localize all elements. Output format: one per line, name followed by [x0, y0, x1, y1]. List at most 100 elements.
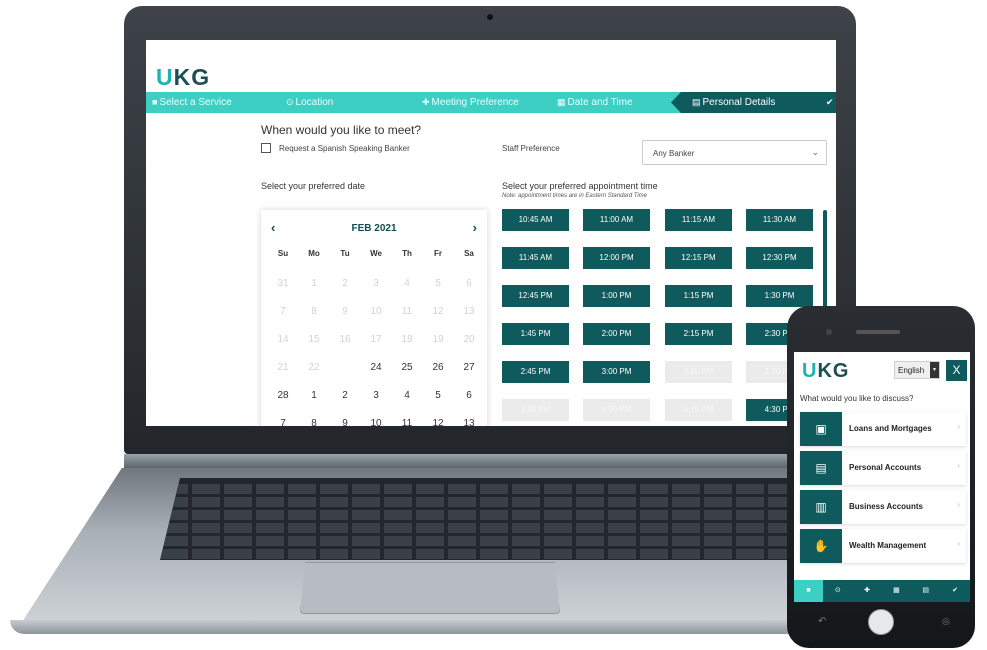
calendar-icon: ▦ — [557, 97, 566, 107]
calendar-day-number: 1 — [311, 390, 317, 401]
calendar-day-number: 13 — [463, 418, 475, 426]
time-slot[interactable]: 1:30 PM — [746, 285, 813, 307]
calendar-day[interactable]: 5 — [422, 382, 454, 410]
calendar-day-number: 9 — [342, 306, 348, 317]
calendar-day[interactable]: 10 — [360, 410, 392, 426]
time-slot[interactable]: 12:45 PM — [502, 285, 569, 307]
calendar-day-number: 3 — [373, 278, 379, 289]
discuss-question: What would you like to discuss? — [800, 394, 914, 403]
location-icon[interactable]: ⊙ — [823, 580, 852, 602]
service-item[interactable]: ▣ Loans and Mortgages › — [800, 412, 966, 446]
laptop-screen: UKG ■ Select a Service ⊙ Location ✚ Meeting… — [146, 40, 836, 426]
step-date-time[interactable]: ▦ Date and Time — [557, 97, 633, 108]
calendar-day-number: 8 — [311, 418, 317, 426]
calendar-day: 11 — [391, 298, 423, 326]
time-slot[interactable]: 12:00 PM — [583, 247, 650, 269]
calendar-day[interactable]: 11 — [391, 410, 423, 426]
language-select[interactable]: English ▼ — [894, 361, 940, 379]
service-item[interactable]: ▤ Personal Accounts › — [800, 451, 966, 485]
service-item[interactable]: ▥ Business Accounts › — [800, 490, 966, 524]
back-icon[interactable]: ↶ — [818, 616, 826, 627]
time-slot[interactable]: 1:45 PM — [502, 323, 569, 345]
calendar-day[interactable]: 9 — [329, 410, 361, 426]
calendar-day[interactable]: 2 — [329, 382, 361, 410]
time-slot[interactable]: 1:00 PM — [583, 285, 650, 307]
calendar-day-number: 21 — [277, 362, 289, 373]
time-slot[interactable]: 2:15 PM — [665, 323, 732, 345]
time-slot[interactable]: 11:45 AM — [502, 247, 569, 269]
time-slot[interactable]: 12:30 PM — [746, 247, 813, 269]
calendar-day-number: 19 — [432, 334, 444, 345]
language-value: English — [898, 366, 925, 375]
spanish-banker-checkbox[interactable] — [261, 143, 271, 153]
calendar-day[interactable]: 25 — [391, 354, 423, 382]
calendar-month: FEB 2021 — [351, 223, 397, 234]
calendar-day[interactable]: 24 — [360, 354, 392, 382]
step-personal-details[interactable]: ▤ Personal Details — [692, 97, 775, 108]
time-slot-unavailable: 3:15 PM — [665, 361, 732, 383]
laptop-keyboard — [160, 478, 825, 560]
document-icon: ▤ — [692, 97, 701, 107]
document-icon[interactable]: ▤ — [911, 580, 940, 602]
caret-down-icon: ▼ — [930, 362, 939, 378]
time-slot[interactable]: 12:15 PM — [665, 247, 732, 269]
calendar-day-number: 4 — [404, 390, 410, 401]
home-button[interactable] — [868, 609, 894, 635]
calendar-day-number: 1 — [311, 278, 317, 289]
calendar-day: 4 — [391, 270, 423, 298]
calendar-day[interactable]: 8 — [298, 410, 330, 426]
recent-apps-icon[interactable]: ◎ — [942, 616, 950, 627]
calendar-day[interactable]: 12 — [422, 410, 454, 426]
time-slot[interactable]: 11:00 AM — [583, 209, 650, 231]
calendar-day[interactable]: 26 — [422, 354, 454, 382]
calendar-day-number: 18 — [401, 334, 413, 345]
laptop-hinge — [124, 454, 856, 468]
time-slot[interactable]: 11:30 AM — [746, 209, 813, 231]
close-button[interactable]: X — [946, 360, 967, 381]
calendar-day[interactable]: 1 — [298, 382, 330, 410]
timezone-note: Note: appointment times are in Eastern S… — [502, 193, 648, 199]
step-meeting-preference[interactable]: ✚ Meeting Preference — [422, 97, 519, 108]
calendar-day[interactable]: 4 — [391, 382, 423, 410]
briefcase-icon[interactable]: ■ — [794, 580, 823, 602]
calendar-day-selected[interactable]: 23 — [329, 353, 361, 383]
calendar-day[interactable]: 6 — [453, 382, 485, 410]
staff-preference-select[interactable]: Any Banker ⌄ — [642, 140, 827, 165]
weekday-header: Tu — [340, 249, 350, 258]
calendar-day[interactable]: 28 — [267, 382, 299, 410]
calendar-day: 13 — [453, 298, 485, 326]
time-slot[interactable]: 3:00 PM — [583, 361, 650, 383]
time-slot[interactable]: 1:15 PM — [665, 285, 732, 307]
mobile-step-nav: ■ ⊙ ✚ ▦ ▤ ✔ — [794, 580, 970, 602]
id-card-icon: ▤ — [800, 451, 842, 485]
weekday-header: Su — [277, 249, 289, 258]
weekday-header: Mo — [308, 249, 320, 258]
spanish-banker-label[interactable]: Request a Spanish Speaking Banker — [279, 144, 410, 153]
calendar-day[interactable]: 13 — [453, 410, 485, 426]
calendar-day-number: 7 — [280, 418, 286, 426]
calendar-day[interactable]: 3 — [360, 382, 392, 410]
keyboard-row — [160, 549, 825, 559]
step-location[interactable]: ⊙ Location — [286, 97, 333, 108]
service-item[interactable]: ✋ Wealth Management › — [800, 529, 966, 563]
calendar-day[interactable]: 7 — [267, 410, 299, 426]
calendar-day: 10 — [360, 298, 392, 326]
calendar-day: 15 — [298, 326, 330, 354]
calendar-day-number: 25 — [401, 362, 413, 373]
time-slot[interactable]: 2:45 PM — [502, 361, 569, 383]
handshake-icon: ✋ — [800, 529, 842, 563]
next-month-button[interactable]: › — [473, 220, 477, 235]
check-circle-icon: ✔ — [826, 97, 834, 107]
briefcase-icon: ■ — [152, 97, 158, 107]
time-slot[interactable]: 10:45 AM — [502, 209, 569, 231]
time-slot[interactable]: 11:15 AM — [665, 209, 732, 231]
step-confirm[interactable]: ✔ — [826, 97, 836, 108]
calendar-day-number: 10 — [370, 306, 382, 317]
check-circle-icon[interactable]: ✔ — [941, 580, 970, 602]
handshake-icon[interactable]: ✚ — [853, 580, 882, 602]
step-select-service[interactable]: ■ Select a Service — [152, 97, 232, 108]
calendar-day[interactable]: 27 — [453, 354, 485, 382]
laptop-camera — [487, 14, 493, 20]
calendar-icon[interactable]: ▦ — [882, 580, 911, 602]
time-slot[interactable]: 2:00 PM — [583, 323, 650, 345]
